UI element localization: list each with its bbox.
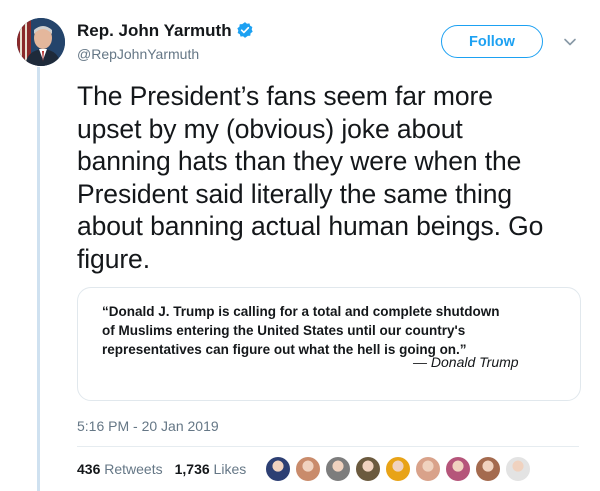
quote-text: “Donald J. Trump is calling for a total …: [102, 302, 572, 359]
tweet-text-line: President said literally the same thing: [77, 178, 513, 209]
liker-avatar[interactable]: [475, 456, 501, 482]
quote-text-line: “Donald J. Trump is calling for a total …: [102, 304, 500, 319]
likes-stat[interactable]: 1,736 Likes: [175, 460, 247, 478]
liker-avatar[interactable]: [415, 456, 441, 482]
author-handle[interactable]: @RepJohnYarmuth: [77, 45, 199, 63]
quote-card[interactable]: “Donald J. Trump is calling for a total …: [77, 287, 581, 401]
avatar[interactable]: [17, 18, 65, 66]
tweet-text-line: banning hats than they were when the: [77, 146, 522, 176]
quote-text-line: of Muslims entering the United States un…: [102, 323, 466, 338]
liker-avatar[interactable]: [295, 456, 321, 482]
verified-badge-icon: [236, 22, 253, 38]
tweet-text-line: The President’s fans seem far more: [77, 81, 493, 111]
tweet-text: The President’s fans seem far more upset…: [77, 80, 587, 275]
quote-attribution: — Donald Trump: [413, 354, 519, 370]
retweets-stat[interactable]: 436 Retweets: [77, 460, 163, 478]
liker-avatar[interactable]: [505, 456, 531, 482]
retweets-label: Retweets: [104, 461, 163, 477]
profile-photo-icon: [17, 18, 65, 66]
likes-count: 1,736: [174, 461, 210, 477]
author-name[interactable]: Rep. John Yarmuth: [77, 20, 254, 42]
liker-avatar[interactable]: [355, 456, 381, 482]
liker-avatar[interactable]: [445, 456, 471, 482]
timestamp[interactable]: 5:16 PM - 20 Jan 2019: [77, 417, 219, 435]
retweets-count: 436: [77, 461, 101, 477]
author-name-text[interactable]: Rep. John Yarmuth: [77, 21, 232, 40]
tweet-text-line: figure.: [77, 243, 150, 274]
chevron-down-icon[interactable]: [562, 34, 578, 50]
tweet-text-line: about banning actual human beings. Go: [77, 211, 544, 241]
engagement-stats: 436 Retweets 1,736 Likes: [77, 460, 258, 478]
liker-avatar[interactable]: [325, 456, 351, 482]
divider: [77, 446, 579, 447]
liker-avatars: [265, 456, 535, 482]
follow-button[interactable]: Follow: [441, 25, 543, 58]
likes-label: Likes: [213, 461, 247, 477]
thread-line: [37, 67, 40, 491]
liker-avatar[interactable]: [265, 456, 291, 482]
tweet-text-line: upset by my (obvious) joke about: [77, 113, 463, 144]
liker-avatar[interactable]: [385, 456, 411, 482]
